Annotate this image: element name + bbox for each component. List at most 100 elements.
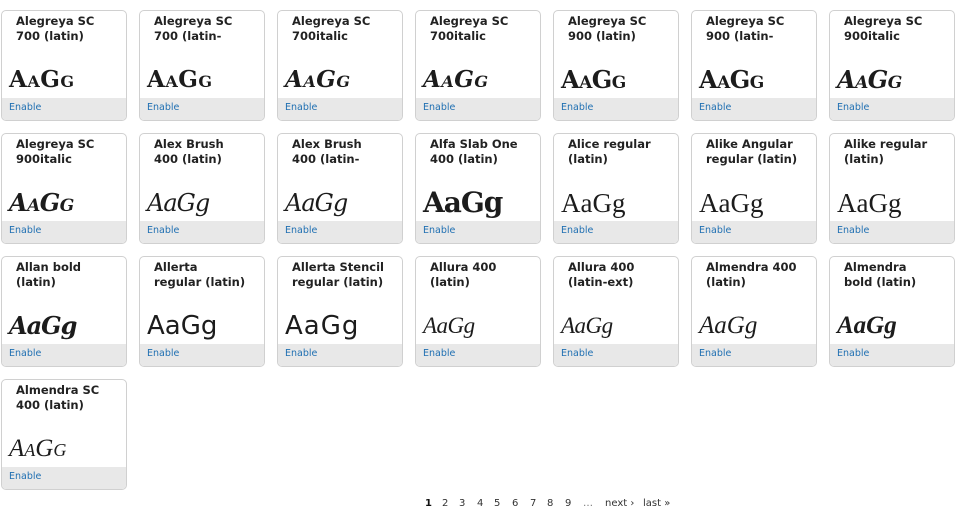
enable-link[interactable]: Enable: [837, 348, 869, 359]
font-name: Alegreya SC 900italic: [16, 137, 95, 166]
font-name: Allerta regular (latin): [154, 260, 246, 289]
pager-last-link[interactable]: last »: [643, 498, 670, 509]
font-name: Alegreya SC 900 (latin): [568, 14, 647, 43]
card-footer: Enable: [278, 344, 402, 366]
font-sample: AaGg: [561, 188, 626, 218]
pagination: 1 2 3 4 5 6 7 8 9 … next › last »: [0, 498, 960, 514]
enable-link[interactable]: Enable: [561, 225, 593, 236]
enable-link[interactable]: Enable: [699, 348, 731, 359]
pager-page-6[interactable]: 6: [512, 498, 518, 509]
font-card: Almendra 400 (latin) AaGg Enable: [691, 256, 817, 367]
enable-link[interactable]: Enable: [9, 348, 41, 359]
font-name: Alegreya SC 700italic: [430, 14, 509, 43]
font-name: Alice regular (latin): [568, 137, 651, 166]
font-name: Alike Angular regular (latin): [706, 137, 798, 166]
font-sample: AaGg: [147, 311, 218, 341]
font-card: Alegreya SC 700 (latin- AaGg Enable: [139, 10, 265, 121]
font-card: Alex Brush 400 (latin- AaGg Enable: [277, 133, 403, 244]
font-name: Allura 400 (latin): [430, 260, 497, 289]
enable-link[interactable]: Enable: [561, 102, 593, 113]
font-name: Alfa Slab One 400 (latin): [430, 137, 518, 166]
font-card: Allura 400 (latin-ext) AaGg Enable: [553, 256, 679, 367]
font-name: Alegreya SC 700 (latin-: [154, 14, 233, 43]
enable-link[interactable]: Enable: [9, 471, 41, 482]
pager-ellipsis: …: [583, 498, 593, 509]
font-sample: AaGg: [837, 65, 902, 94]
font-name: Alex Brush 400 (latin-: [292, 137, 362, 166]
font-card: Allerta regular (latin) AaGg Enable: [139, 256, 265, 367]
card-footer: Enable: [2, 98, 126, 120]
pager-page-7[interactable]: 7: [530, 498, 536, 509]
pager-page-3[interactable]: 3: [459, 498, 465, 509]
pager-page-8[interactable]: 8: [547, 498, 553, 509]
font-card: Alegreya SC 900 (latin) AaGg Enable: [553, 10, 679, 121]
card-footer: Enable: [2, 344, 126, 366]
font-sample: AaGg: [837, 312, 897, 339]
pager-page-9[interactable]: 9: [565, 498, 571, 509]
card-footer: Enable: [692, 221, 816, 243]
card-footer: Enable: [2, 467, 126, 489]
font-name: Alegreya SC 700 (latin): [16, 14, 95, 43]
enable-link[interactable]: Enable: [285, 225, 317, 236]
font-card: Alfa Slab One 400 (latin) AaGg Enable: [415, 133, 541, 244]
font-card: Alice regular (latin) AaGg Enable: [553, 133, 679, 244]
card-footer: Enable: [278, 98, 402, 120]
enable-link[interactable]: Enable: [285, 348, 317, 359]
font-card: Alegreya SC 900italic AaGg Enable: [1, 133, 127, 244]
font-card-grid: Alegreya SC 700 (latin) AaGg Enable Alegrey…: [0, 0, 960, 495]
enable-link[interactable]: Enable: [699, 102, 731, 113]
enable-link[interactable]: Enable: [147, 348, 179, 359]
enable-link[interactable]: Enable: [561, 348, 593, 359]
font-card: Almendra SC 400 (latin) AaGg Enable: [1, 379, 127, 490]
enable-link[interactable]: Enable: [423, 348, 455, 359]
font-card: Alegreya SC 700italic AaGg Enable: [415, 10, 541, 121]
font-card: Alike regular (latin) AaGg Enable: [829, 133, 955, 244]
card-footer: Enable: [278, 221, 402, 243]
font-sample: AaGg: [147, 189, 210, 217]
font-name: Alegreya SC 700italic: [292, 14, 371, 43]
font-sample: AaGg: [423, 66, 489, 93]
card-footer: Enable: [554, 98, 678, 120]
font-sample: AaGg: [147, 66, 213, 93]
pager-current-page: 1: [425, 498, 432, 509]
pager-page-2[interactable]: 2: [442, 498, 448, 509]
enable-link[interactable]: Enable: [9, 102, 41, 113]
pager-next-link[interactable]: next ›: [605, 498, 634, 509]
card-footer: Enable: [140, 344, 264, 366]
font-card: Alex Brush 400 (latin) AaGg Enable: [139, 133, 265, 244]
enable-link[interactable]: Enable: [423, 102, 455, 113]
font-sample: AaGg: [9, 435, 67, 462]
font-card: Allura 400 (latin) AaGg Enable: [415, 256, 541, 367]
font-sample: AaGg: [561, 65, 626, 94]
pager-page-4[interactable]: 4: [477, 498, 483, 509]
font-card: Alegreya SC 900italic AaGg Enable: [829, 10, 955, 121]
font-card: Alegreya SC 900 (latin- AaGg Enable: [691, 10, 817, 121]
card-footer: Enable: [2, 221, 126, 243]
enable-link[interactable]: Enable: [837, 102, 869, 113]
font-sample: AaGg: [9, 66, 75, 93]
card-footer: Enable: [416, 221, 540, 243]
enable-link[interactable]: Enable: [9, 225, 41, 236]
enable-link[interactable]: Enable: [699, 225, 731, 236]
card-footer: Enable: [416, 344, 540, 366]
font-sample: AaGg: [285, 189, 348, 217]
font-sample: AaGg: [561, 313, 613, 338]
enable-link[interactable]: Enable: [285, 102, 317, 113]
pager-page-5[interactable]: 5: [494, 498, 500, 509]
font-sample: AaGg: [285, 311, 360, 341]
font-name: Alex Brush 400 (latin): [154, 137, 224, 166]
enable-link[interactable]: Enable: [423, 225, 455, 236]
enable-link[interactable]: Enable: [147, 102, 179, 113]
font-sample: AaGg: [9, 311, 77, 340]
enable-link[interactable]: Enable: [147, 225, 179, 236]
font-name: Alegreya SC 900italic: [844, 14, 923, 43]
font-name: Almendra bold (latin): [844, 260, 917, 289]
card-footer: Enable: [416, 98, 540, 120]
enable-link[interactable]: Enable: [837, 225, 869, 236]
font-card: Alike Angular regular (latin) AaGg Enable: [691, 133, 817, 244]
font-card: Alegreya SC 700italic AaGg Enable: [277, 10, 403, 121]
card-footer: Enable: [830, 98, 954, 120]
font-card: Almendra bold (latin) AaGg Enable: [829, 256, 955, 367]
card-footer: Enable: [554, 221, 678, 243]
font-name: Almendra 400 (latin): [706, 260, 797, 289]
